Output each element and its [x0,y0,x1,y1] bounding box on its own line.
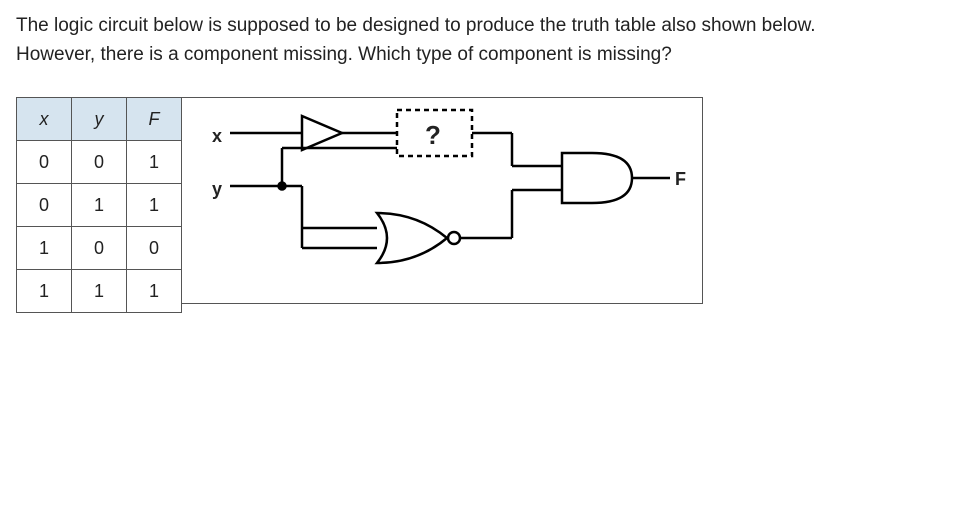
table-row: 0 0 1 [17,141,182,184]
question-text: The logic circuit below is supposed to b… [16,12,836,69]
cell: 0 [17,184,72,227]
col-header-x: x [17,98,72,141]
cell: 0 [72,227,127,270]
cell: 1 [127,141,182,184]
table-row: 0 1 1 [17,184,182,227]
col-header-y: y [72,98,127,141]
cell: 1 [127,184,182,227]
cell: 1 [127,270,182,313]
cell: 1 [17,227,72,270]
cell: 0 [72,141,127,184]
table-row: 1 0 0 [17,227,182,270]
output-F-label: F [675,166,686,193]
input-y-label: y [212,176,222,203]
circuit-svg [182,98,702,303]
col-header-F: F [127,98,182,141]
cell: 1 [72,184,127,227]
content-row: x y F 0 0 1 0 1 1 1 0 0 1 1 [16,97,945,313]
cell: 0 [17,141,72,184]
circuit-diagram: x y F ? [182,97,703,304]
cell: 0 [127,227,182,270]
input-x-label: x [212,123,222,150]
cell: 1 [17,270,72,313]
truth-table: x y F 0 0 1 0 1 1 1 0 0 1 1 [16,97,182,313]
table-row: 1 1 1 [17,270,182,313]
unknown-component-label: ? [425,116,441,155]
cell: 1 [72,270,127,313]
